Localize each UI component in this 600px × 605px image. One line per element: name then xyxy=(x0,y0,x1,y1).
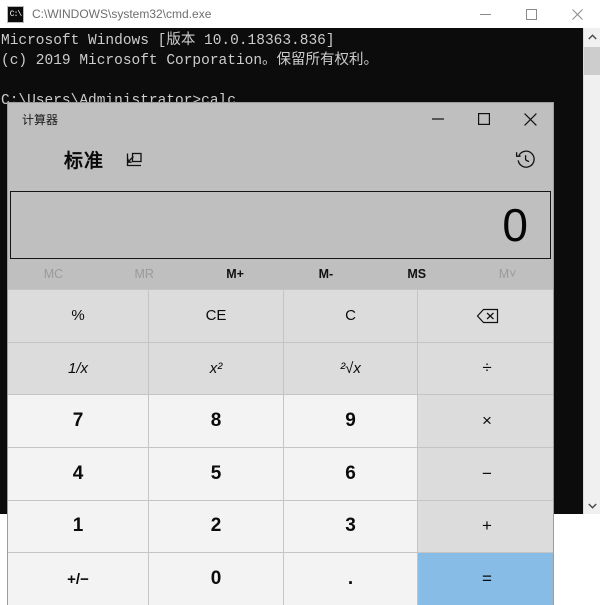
minimize-icon xyxy=(432,118,444,120)
display-value: 0 xyxy=(502,199,528,251)
backspace-icon xyxy=(476,308,498,323)
backspace-button[interactable] xyxy=(418,290,553,342)
close-icon xyxy=(523,112,537,126)
decimal-button[interactable]: . xyxy=(284,553,417,605)
square-root-label: ²√x xyxy=(340,359,361,377)
memory-add-button[interactable]: M+ xyxy=(190,259,281,289)
plus-minus-button[interactable]: +/− xyxy=(8,553,148,605)
calculator-titlebar[interactable]: 计算器 xyxy=(8,103,553,135)
digit-8-button[interactable]: 8 xyxy=(149,395,283,447)
memory-subtract-button[interactable]: M- xyxy=(280,259,371,289)
chevron-up-icon xyxy=(587,33,597,39)
calculator-maximize-button[interactable] xyxy=(461,103,507,135)
hamburger-menu-button[interactable] xyxy=(16,139,56,179)
minimize-icon xyxy=(479,13,491,15)
maximize-icon xyxy=(525,8,537,20)
scrollbar-thumb[interactable] xyxy=(584,47,600,75)
calculator-window: 计算器 标准 0 MC MR M+ M- MS M˅ % CE C 1/x x²… xyxy=(8,103,553,605)
digit-3-button[interactable]: 3 xyxy=(284,500,417,553)
cmd-maximize-button[interactable] xyxy=(508,0,554,28)
cmd-close-button[interactable] xyxy=(554,0,600,28)
calculator-minimize-button[interactable] xyxy=(415,103,461,135)
digit-2-button[interactable]: 2 xyxy=(149,500,283,553)
multiply-button[interactable]: × xyxy=(418,395,553,447)
calculator-window-controls xyxy=(415,103,553,135)
history-button[interactable] xyxy=(505,139,545,179)
square-button[interactable]: x² xyxy=(149,342,283,395)
console-text: Microsoft Windows [版本 10.0.18363.836] (c… xyxy=(1,33,379,109)
digit-6-button[interactable]: 6 xyxy=(284,448,417,500)
calculator-window-title: 计算器 xyxy=(22,112,59,127)
clear-entry-button[interactable]: CE xyxy=(149,290,283,342)
memory-recall-button[interactable]: MR xyxy=(99,259,190,289)
close-icon xyxy=(571,8,583,20)
digit-9-button[interactable]: 9 xyxy=(284,395,417,447)
scrollbar-down-button[interactable] xyxy=(584,497,600,514)
cmd-window-controls xyxy=(462,0,600,28)
memory-button-row: MC MR M+ M- MS M˅ xyxy=(8,259,553,289)
calculator-mode-label: 标准 xyxy=(64,150,105,172)
screen: C:\ C:\WINDOWS\system32\cmd.exe Microsof… xyxy=(0,0,600,605)
cmd-minimize-button[interactable] xyxy=(462,0,508,28)
square-root-button[interactable]: ²√x xyxy=(284,342,417,395)
reciprocal-button[interactable]: 1/x xyxy=(8,342,148,395)
digit-0-button[interactable]: 0 xyxy=(149,553,283,605)
clear-button[interactable]: C xyxy=(284,290,417,342)
console-scrollbar[interactable] xyxy=(583,28,600,514)
maximize-icon xyxy=(478,113,490,125)
keep-on-top-button[interactable] xyxy=(117,142,151,176)
digit-5-button[interactable]: 5 xyxy=(149,448,283,500)
scrollbar-up-button[interactable] xyxy=(584,28,600,45)
equals-button[interactable]: = xyxy=(418,553,553,605)
divide-button[interactable]: ÷ xyxy=(418,342,553,395)
memory-store-button[interactable]: MS xyxy=(371,259,462,289)
add-button[interactable]: + xyxy=(418,500,553,553)
memory-clear-button[interactable]: MC xyxy=(8,259,99,289)
history-clock-icon xyxy=(515,150,535,168)
square-label: x² xyxy=(209,359,223,377)
reciprocal-label: 1/x xyxy=(67,359,88,377)
calculator-navbar: 标准 xyxy=(8,135,553,183)
percent-button[interactable]: % xyxy=(8,290,148,342)
cmd-window-title: C:\WINDOWS\system32\cmd.exe xyxy=(32,7,212,21)
digit-1-button[interactable]: 1 xyxy=(8,500,148,553)
calculator-close-button[interactable] xyxy=(507,103,553,135)
digit-4-button[interactable]: 4 xyxy=(8,448,148,500)
keep-on-top-icon xyxy=(126,152,142,166)
cmd-icon: C:\ xyxy=(7,5,24,23)
subtract-button[interactable]: − xyxy=(418,448,553,500)
chevron-down-icon xyxy=(587,503,597,509)
calculator-keypad: % CE C 1/x x² ²√x ÷ 7 8 9 × 4 5 6 − 1 2 … xyxy=(8,289,553,605)
digit-7-button[interactable]: 7 xyxy=(8,395,148,447)
memory-list-button[interactable]: M˅ xyxy=(462,259,553,289)
calculator-display[interactable]: 0 xyxy=(10,191,551,259)
cmd-titlebar[interactable]: C:\ C:\WINDOWS\system32\cmd.exe xyxy=(0,0,600,29)
